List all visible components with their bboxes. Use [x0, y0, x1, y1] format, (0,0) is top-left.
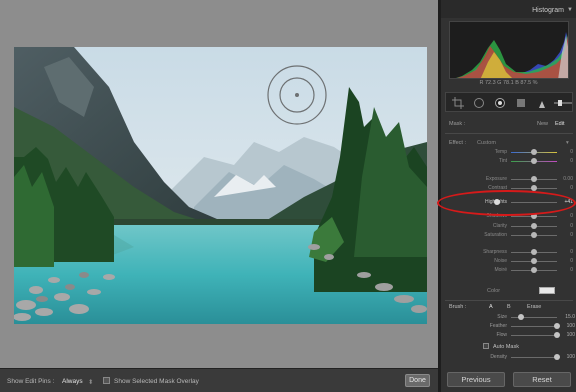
brush-erase-button[interactable]: Erase	[527, 304, 541, 310]
previous-button[interactable]: Previous	[447, 372, 505, 387]
spot-removal-icon[interactable]	[473, 97, 485, 109]
saturation-label: Saturation	[484, 232, 507, 238]
histogram-graph	[449, 21, 569, 79]
sharpness-slider[interactable]: Sharpness 0	[441, 248, 576, 257]
tint-value[interactable]: 0	[559, 158, 573, 164]
moire-label: Moiré	[494, 267, 507, 273]
brush-row: Brush : A B Erase	[441, 300, 576, 314]
exposure-slider[interactable]: Exposure 0.00	[441, 175, 576, 184]
clarity-slider[interactable]: Clarity 0	[441, 222, 576, 231]
brush-density-slider[interactable]: Density 100	[441, 353, 576, 362]
density-value[interactable]: 100	[559, 354, 575, 360]
triangle-down-icon[interactable]: ▼	[567, 7, 573, 13]
slider-icon[interactable]	[554, 97, 572, 109]
clarity-label: Clarity	[492, 223, 507, 229]
flow-value[interactable]: 100	[559, 332, 575, 338]
exposure-label: Exposure	[485, 176, 507, 182]
brush-flow-slider[interactable]: Flow 100	[441, 331, 576, 340]
mask-overlay-label: Show Selected Mask Overlay	[114, 378, 199, 385]
photo-graphic	[14, 47, 427, 324]
auto-mask-row: Auto Mask	[441, 340, 576, 354]
mask-edit-button[interactable]: Edit	[555, 121, 564, 127]
brush-label: Brush :	[449, 304, 467, 310]
moire-thumb[interactable]	[531, 267, 537, 273]
size-thumb[interactable]	[518, 314, 524, 320]
effect-preset-select[interactable]: Custom	[477, 140, 496, 146]
mask-new-button[interactable]: New	[537, 121, 548, 127]
clarity-value[interactable]: 0	[559, 223, 573, 229]
graduated-filter-icon[interactable]	[515, 97, 527, 109]
brush-feather-slider[interactable]: Feather 100	[441, 322, 576, 331]
divider	[445, 133, 573, 134]
sharpness-thumb[interactable]	[531, 249, 537, 255]
moire-slider[interactable]: Moiré 0	[441, 266, 576, 275]
landscape-photo[interactable]	[14, 47, 427, 324]
noise-value[interactable]: 0	[559, 258, 573, 264]
temp-slider[interactable]: Temp 0	[441, 148, 576, 157]
done-button[interactable]: Done	[405, 374, 430, 387]
density-label: Density	[490, 354, 507, 360]
brush-size-slider[interactable]: Size 15.0	[441, 313, 576, 322]
chevron-icon[interactable]: ⬍	[88, 378, 93, 386]
shadows-value[interactable]: 0	[559, 213, 573, 219]
tint-thumb[interactable]	[531, 158, 537, 164]
temp-label: Temp	[494, 149, 507, 155]
contrast-value[interactable]: 0	[559, 185, 573, 191]
color-swatch[interactable]	[539, 287, 555, 294]
reset-button[interactable]: Reset	[513, 372, 571, 387]
sharpness-value[interactable]: 0	[559, 249, 573, 255]
triangle-down-icon[interactable]: ▾	[566, 140, 569, 146]
lightroom-window: Show Edit Pins : Always ⬍ Show Selected …	[0, 0, 576, 392]
histogram-readout: R 72.3 G 78.1 B 87.5 %	[479, 80, 538, 86]
feather-value[interactable]: 100	[559, 323, 575, 329]
exposure-value[interactable]: 0.00	[559, 176, 573, 182]
flow-track[interactable]	[511, 335, 557, 336]
tool-strip	[445, 92, 573, 112]
noise-slider[interactable]: Noise 0	[441, 257, 576, 266]
histogram-header[interactable]: Histogram ▼	[441, 0, 576, 18]
histogram-title: Histogram	[532, 7, 564, 14]
exposure-thumb[interactable]	[531, 176, 537, 182]
adjustment-brush-icon[interactable]	[536, 97, 548, 109]
brush-a-button[interactable]: A	[489, 304, 493, 310]
color-row: Color	[441, 284, 576, 298]
saturation-value[interactable]: 0	[559, 232, 573, 238]
size-value[interactable]: 15.0	[559, 314, 575, 320]
show-edit-pins-label: Show Edit Pins :	[7, 378, 55, 385]
brush-b-button[interactable]: B	[507, 304, 511, 310]
image-canvas[interactable]	[0, 0, 438, 368]
saturation-thumb[interactable]	[531, 232, 537, 238]
temp-value[interactable]: 0	[559, 149, 573, 155]
auto-mask-checkbox[interactable]	[483, 343, 489, 349]
mask-overlay-checkbox[interactable]	[103, 377, 110, 384]
auto-mask-label: Auto Mask	[493, 344, 519, 350]
show-edit-pins-select[interactable]: Always	[62, 378, 83, 385]
feather-label: Feather	[489, 323, 507, 329]
density-track[interactable]	[511, 357, 557, 358]
red-eye-icon[interactable]	[494, 97, 506, 109]
mask-row: Mask : New Edit	[441, 117, 576, 131]
tint-label: Tint	[498, 158, 507, 164]
sharpness-label: Sharpness	[483, 249, 507, 255]
tint-slider[interactable]: Tint 0	[441, 157, 576, 166]
mask-label: Mask :	[449, 121, 466, 127]
effect-label: Effect :	[449, 140, 467, 146]
saturation-slider[interactable]: Saturation 0	[441, 231, 576, 240]
color-label: Color	[487, 288, 501, 294]
crop-icon[interactable]	[452, 97, 464, 109]
flow-label: Flow	[496, 332, 507, 338]
highlight-annotation-ring	[437, 190, 576, 216]
feather-track[interactable]	[511, 326, 557, 327]
noise-label: Noise	[494, 258, 507, 264]
bottom-toolbar: Show Edit Pins : Always ⬍ Show Selected …	[0, 368, 438, 392]
temp-thumb[interactable]	[531, 149, 537, 155]
clarity-thumb[interactable]	[531, 223, 537, 229]
noise-thumb[interactable]	[531, 258, 537, 264]
size-label: Size	[497, 314, 507, 320]
moire-value[interactable]: 0	[559, 267, 573, 273]
